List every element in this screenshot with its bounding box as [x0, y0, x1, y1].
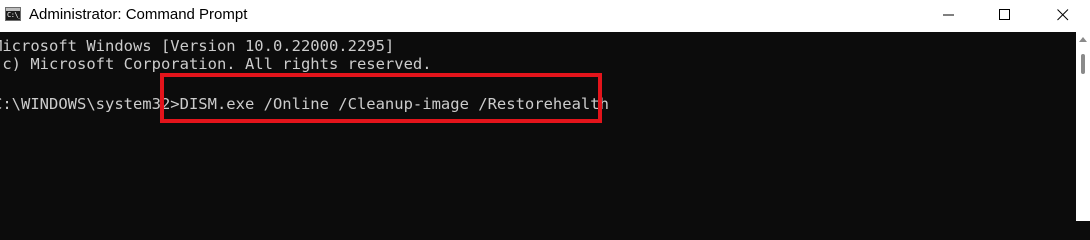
close-icon — [1057, 9, 1069, 21]
cmd-icon-glyph: C:\_ — [7, 11, 21, 19]
command-prompt-window: C:\_ Administrator: Command Prompt Micro… — [0, 0, 1090, 221]
window-title: Administrator: Command Prompt — [29, 6, 248, 23]
minimize-button[interactable] — [926, 0, 972, 32]
console-line-version: Microsoft Windows [Version 10.0.22000.22… — [0, 37, 395, 55]
console-line-copyright: (c) Microsoft Corporation. All rights re… — [0, 55, 432, 73]
maximize-button[interactable] — [982, 0, 1028, 32]
minimize-icon — [943, 14, 954, 16]
maximize-icon — [999, 9, 1010, 20]
close-button[interactable] — [1040, 0, 1086, 32]
cmd-icon: C:\_ — [5, 7, 21, 21]
command-highlight-box — [160, 73, 602, 123]
scroll-thumb[interactable] — [1081, 54, 1085, 74]
scroll-up-arrow-icon[interactable] — [1079, 37, 1087, 42]
console-output[interactable]: Microsoft Windows [Version 10.0.22000.22… — [0, 32, 1076, 221]
title-bar[interactable]: C:\_ Administrator: Command Prompt — [0, 0, 1090, 32]
vertical-scrollbar[interactable] — [1076, 32, 1090, 221]
